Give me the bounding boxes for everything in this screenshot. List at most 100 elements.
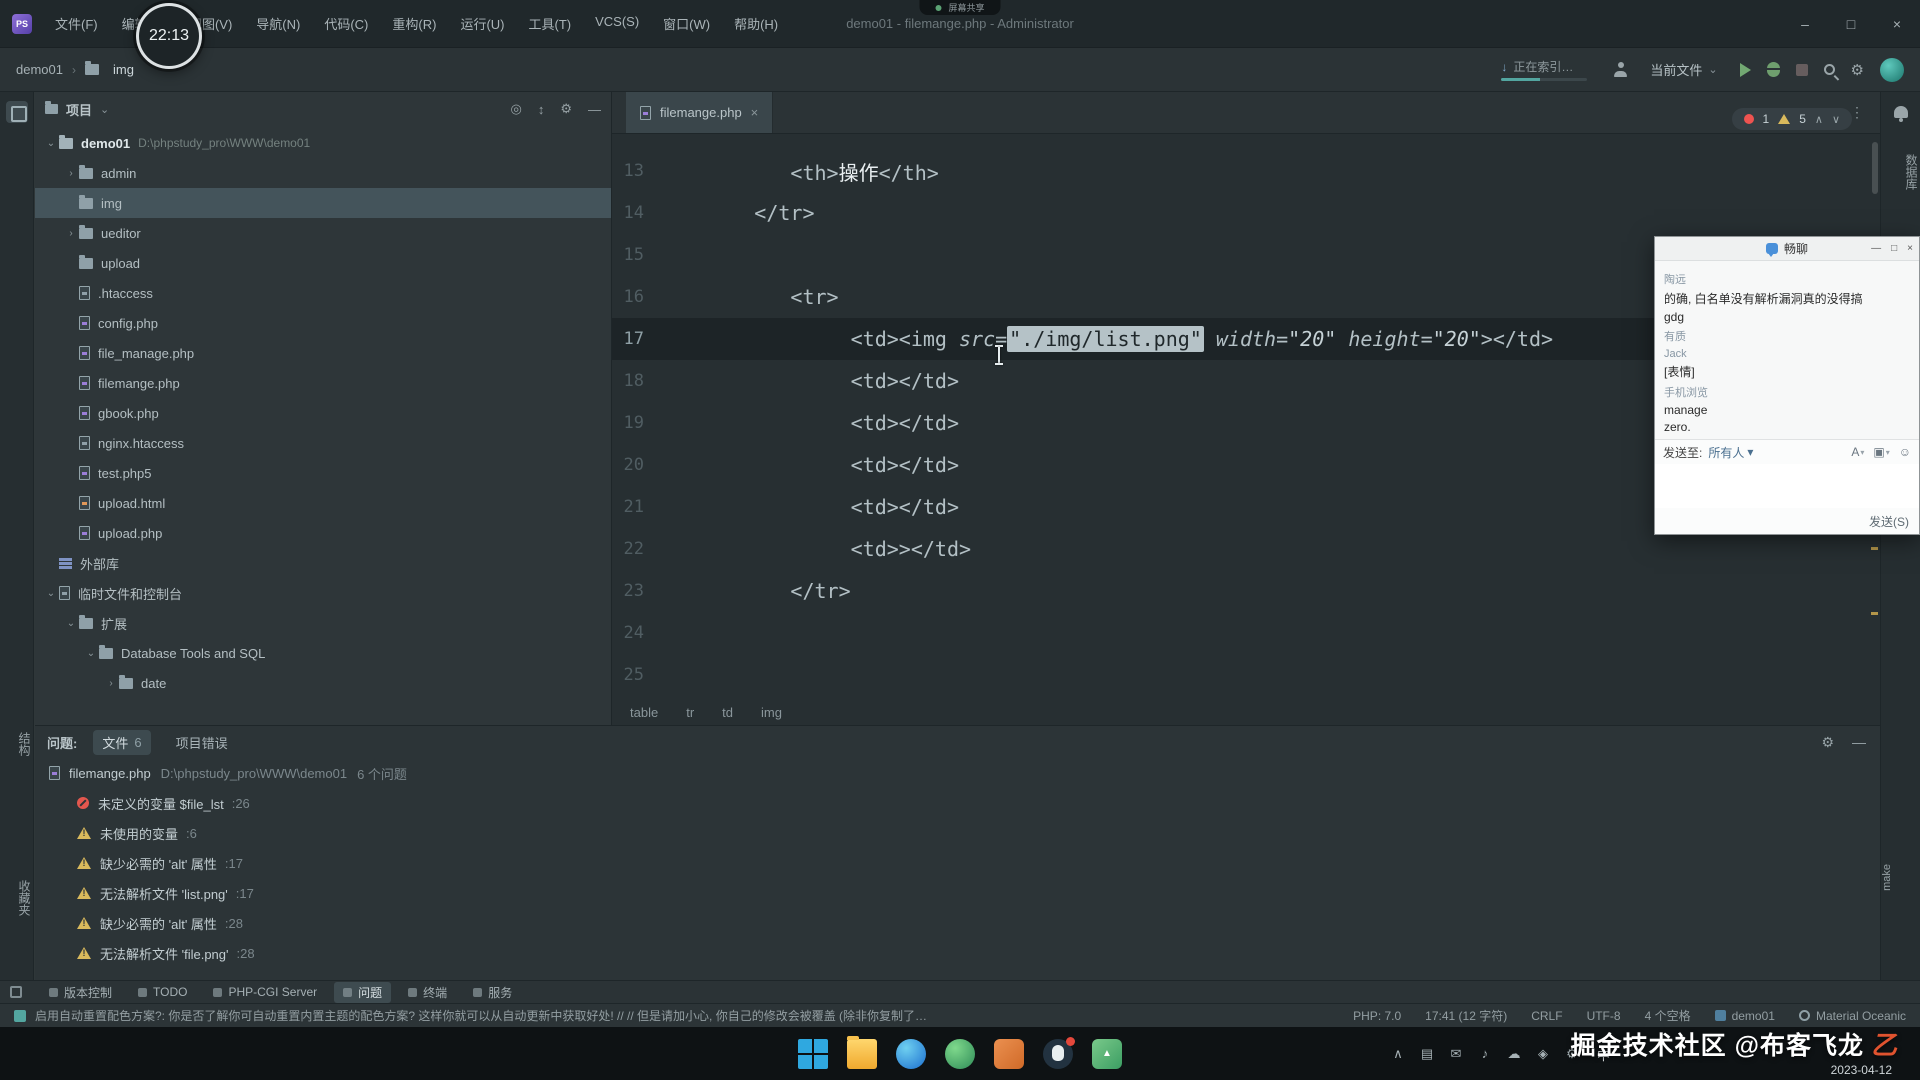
code-line-25[interactable]: 25 — [612, 654, 1872, 696]
chat-input[interactable] — [1655, 464, 1919, 508]
tray-icon-display[interactable]: ▤ — [1419, 1046, 1435, 1062]
close-button[interactable]: × — [1874, 0, 1920, 48]
tree-arrow-icon[interactable]: ⌄ — [43, 138, 59, 149]
send-to-selector[interactable]: 所有人 ▾ — [1708, 444, 1753, 461]
toolwindow-switcher-icon[interactable] — [10, 986, 22, 998]
tree-item[interactable]: › ueditor — [35, 218, 611, 248]
tree-item[interactable]: config.php — [35, 308, 611, 338]
menu-item-8[interactable]: VCS(S) — [584, 9, 650, 38]
menu-item-7[interactable]: 工具(T) — [517, 9, 582, 38]
problem-row[interactable]: 无法解析文件 'file.png':28 — [35, 938, 1880, 968]
chat-maximize-button[interactable]: □ — [1891, 243, 1897, 254]
menu-item-0[interactable]: 文件(F) — [44, 9, 109, 38]
menu-item-4[interactable]: 代码(C) — [313, 9, 379, 38]
avatar[interactable] — [1880, 57, 1904, 82]
run-button[interactable] — [1739, 62, 1751, 77]
taskbar-icon-qq[interactable] — [1043, 1036, 1075, 1069]
toolwindow-服务[interactable]: 服务 — [464, 982, 521, 1003]
taskbar-date[interactable]: 2023-04-12 — [1831, 1063, 1892, 1077]
tree-item[interactable]: .htaccess — [35, 278, 611, 308]
editor-breadcrumb-table[interactable]: table — [630, 705, 658, 720]
toolwindow-终端[interactable]: 终端 — [399, 982, 456, 1003]
menu-item-10[interactable]: 帮助(H) — [723, 9, 789, 38]
inspections-widget[interactable]: 1 5 ∧ ∨ — [1731, 108, 1852, 130]
status-seg-CRLF[interactable]: CRLF — [1531, 1009, 1562, 1023]
menu-item-5[interactable]: 重构(R) — [381, 9, 447, 38]
tree-arrow-icon[interactable]: ⌄ — [63, 618, 79, 629]
minimize-button[interactable]: – — [1782, 0, 1828, 48]
problem-row[interactable]: 未使用的变量:6 — [35, 818, 1880, 848]
stop-button[interactable] — [1795, 63, 1808, 76]
status-message[interactable]: 启用自动重置配色方案?: 你是否了解你可自动重置内置主题的配色方案? 这样你就可… — [35, 1007, 935, 1024]
tree-item[interactable]: › date — [35, 668, 611, 698]
chat-minimize-button[interactable]: — — [1871, 243, 1881, 254]
notifications-bell-icon[interactable] — [1893, 106, 1908, 122]
left-strip-结构[interactable]: 结构 — [0, 732, 33, 756]
screen-share-pill[interactable]: 屏幕共享 — [919, 0, 1001, 15]
tree-item[interactable]: gbook.php — [35, 398, 611, 428]
tree-item[interactable]: img — [35, 188, 611, 218]
code-line-14[interactable]: 14 </tr> — [612, 192, 1872, 234]
search-icon[interactable] — [1823, 64, 1835, 75]
code-line-23[interactable]: 23 </tr> — [612, 570, 1872, 612]
tray-icon-message[interactable]: ✉ — [1448, 1046, 1464, 1062]
problem-row[interactable]: 缺少必需的 'alt' 属性:17 — [35, 848, 1880, 878]
tree-item[interactable]: upload — [35, 248, 611, 278]
tab-filemange-php[interactable]: filemange.php × — [626, 92, 774, 133]
user-icon[interactable] — [1613, 62, 1628, 77]
status-seg-Material Oceanic[interactable]: Material Oceanic — [1798, 1009, 1906, 1023]
editor-breadcrumb-td[interactable]: td — [722, 705, 733, 720]
debug-button[interactable] — [1766, 62, 1780, 77]
toolwindow-问题[interactable]: 问题 — [334, 981, 392, 1003]
taskbar-icon-photos[interactable] — [1092, 1038, 1122, 1069]
tree-item[interactable]: upload.html — [35, 488, 611, 518]
tree-item[interactable]: ⌄ demo01 D:\phpstudy_pro\WWW\demo01 — [35, 128, 611, 158]
taskbar-icon-edge[interactable] — [896, 1038, 926, 1069]
tree-arrow-icon[interactable]: › — [103, 678, 119, 689]
prev-problem-icon[interactable]: ∧ — [1815, 113, 1823, 126]
tree-arrow-icon[interactable]: › — [63, 228, 79, 239]
status-seg-UTF-8[interactable]: UTF-8 — [1587, 1009, 1621, 1023]
database-tool-button[interactable]: 数据库 — [1881, 154, 1920, 190]
editor-breadcrumb-img[interactable]: img — [761, 705, 782, 720]
tray-icon-chevron-up[interactable]: ∧ — [1390, 1046, 1406, 1062]
tray-icon-sound[interactable]: ♪ — [1477, 1046, 1493, 1061]
warning-stripe-mark[interactable] — [1871, 612, 1878, 615]
problem-row[interactable]: 缺少必需的 'alt' 属性:28 — [35, 908, 1880, 938]
tree-item[interactable]: ⌄ 扩展 — [35, 608, 611, 638]
tree-item[interactable]: upload.php — [35, 518, 611, 548]
taskbar-icon-explorer[interactable] — [847, 1035, 877, 1069]
tray-icon-cloud[interactable]: ☁ — [1506, 1046, 1522, 1062]
status-seg-17:41 (12 字符)[interactable]: 17:41 (12 字符) — [1425, 1007, 1507, 1024]
tree-arrow-icon[interactable]: › — [63, 168, 79, 179]
status-seg-demo01[interactable]: demo01 — [1714, 1009, 1775, 1023]
tray-icon-shield[interactable]: ◈ — [1535, 1046, 1551, 1062]
tab-file-problems[interactable]: 文件 6 — [93, 729, 151, 755]
more-options-icon[interactable]: ⋮ — [1850, 92, 1880, 133]
code-line-13[interactable]: 13 <th>操作</th> — [612, 150, 1872, 192]
status-seg-PHP: 7.0[interactable]: PHP: 7.0 — [1353, 1009, 1401, 1023]
locate-file-icon[interactable]: ◎ — [511, 101, 522, 117]
editor-scrollbar[interactable] — [1872, 142, 1878, 194]
menu-item-9[interactable]: 窗口(W) — [652, 9, 721, 38]
chat-close-button[interactable]: × — [1907, 243, 1913, 254]
breadcrumb-project[interactable]: demo01 — [16, 62, 63, 77]
taskbar-icon-tools[interactable] — [994, 1038, 1024, 1069]
settings-gear-icon[interactable]: ⚙ — [1821, 734, 1834, 751]
tree-arrow-icon[interactable]: ⌄ — [83, 648, 99, 659]
settings-gear-icon[interactable]: ⚙ — [1851, 61, 1864, 79]
settings-gear-icon[interactable]: ⚙ — [560, 101, 572, 117]
taskbar-icon-start[interactable] — [798, 1038, 828, 1069]
next-problem-icon[interactable]: ∨ — [1832, 113, 1840, 126]
tab-project-errors[interactable]: 项目错误 — [167, 730, 237, 755]
make-tool-button[interactable]: make — [1881, 864, 1920, 891]
menu-item-6[interactable]: 运行(U) — [449, 9, 515, 38]
tree-item[interactable]: 外部库 — [35, 548, 611, 578]
tree-item[interactable]: ⌄ 临时文件和控制台 — [35, 578, 611, 608]
editor-breadcrumb-tr[interactable]: tr — [686, 705, 694, 720]
toolwindow-版本控制[interactable]: 版本控制 — [40, 982, 121, 1003]
chat-titlebar[interactable]: 畅聊 — □ × — [1655, 237, 1919, 261]
tree-item[interactable]: file_manage.php — [35, 338, 611, 368]
hide-panel-icon[interactable]: — — [588, 102, 601, 117]
tree-item[interactable]: test.php5 — [35, 458, 611, 488]
